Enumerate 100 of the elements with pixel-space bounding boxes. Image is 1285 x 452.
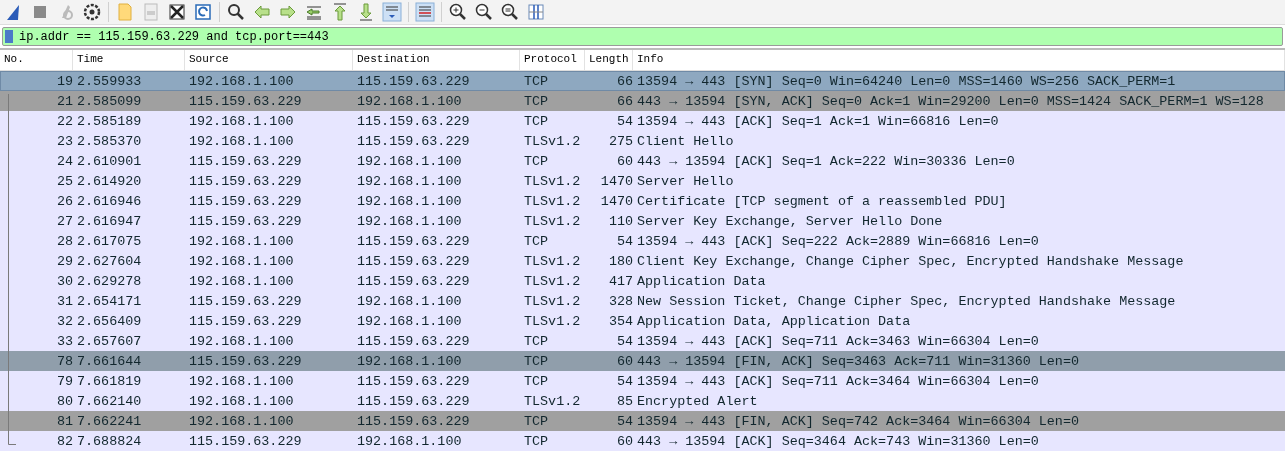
display-filter-field[interactable]: ip.addr == 115.159.63.229 and tcp.port==443	[2, 27, 1283, 46]
table-cell-text: 115.159.63.229	[356, 333, 471, 349]
table-cell-text: TCP	[523, 433, 550, 449]
table-cell-text: 192.168.1.100	[356, 293, 463, 309]
table-cell-text: 115.159.63.229	[188, 173, 303, 189]
packet-row[interactable]: 78 7.661644 115.159.63.229 192.168.1.100 TCP 60 443 → 13594 [FIN, ACK] Seq=3463 Ack=711 Win=31360 Len=0	[0, 351, 1285, 371]
packet-row[interactable]: 33 2.657607 192.168.1.100 115.159.63.229 TCP 54 13594 → 443 [ACK] Seq=711 Ack=3463 Win=66304 Len=0	[0, 331, 1285, 351]
table-cell-text: 115.159.63.229	[188, 293, 303, 309]
packet-row[interactable]: 24 2.610901 115.159.63.229 192.168.1.100 TCP 60 443 → 13594 [ACK] Seq=1 Ack=222 Win=30336 Len=0	[0, 151, 1285, 171]
table-cell-text: 192.168.1.100	[356, 173, 463, 189]
table-cell-text: Encrypted Alert	[636, 393, 759, 409]
packet-row[interactable]: 26 2.616946 115.159.63.229 192.168.1.100 TLSv1.2 1470 Certificate [TCP segment of a reassembled PDU]	[0, 191, 1285, 211]
table-cell-text: 1470	[599, 193, 633, 209]
zoom-out-icon[interactable]	[474, 2, 494, 22]
column-header[interactable]: Info	[633, 50, 1285, 70]
table-cell-text: 2.629278	[76, 273, 143, 289]
table-cell: 29	[56, 253, 73, 269]
table-cell-text: 2.616947	[76, 213, 143, 229]
column-header[interactable]: Time	[73, 50, 185, 70]
table-cell-text: 60	[615, 153, 633, 169]
packet-row[interactable]: 79 7.661819 192.168.1.100 115.159.63.229 TCP 54 13594 → 443 [ACK] Seq=711 Ack=3464 Win=66304 Len=0	[0, 371, 1285, 391]
table-cell-text: 115.159.63.229	[188, 353, 303, 369]
resize-columns-icon[interactable]	[526, 2, 546, 22]
zoom-reset-icon[interactable]	[500, 2, 520, 22]
table-cell-text: Server Hello	[636, 173, 735, 189]
packet-row[interactable]: 23 2.585370 192.168.1.100 115.159.63.229 TLSv1.2 275 Client Hello	[0, 131, 1285, 151]
table-cell-text: 192.168.1.100	[356, 193, 463, 209]
table-cell-text: 443 → 13594 [ACK] Seq=3464 Ack=743 Win=31360 Len=0	[636, 433, 1040, 449]
table-cell-text: Application Data, Application Data	[636, 313, 912, 329]
column-header[interactable]: Destination	[353, 50, 520, 70]
table-cell-text: 354	[607, 313, 633, 329]
column-header[interactable]: Length	[585, 50, 633, 70]
table-cell-text: 66	[615, 73, 633, 89]
table-cell-text: 192.168.1.100	[188, 253, 295, 269]
table-cell-text: 115.159.63.229	[356, 393, 471, 409]
table-cell-text: TLSv1.2	[523, 293, 582, 309]
packet-row[interactable]: 81 7.662241 192.168.1.100 115.159.63.229 TCP 54 13594 → 443 [FIN, ACK] Seq=742 Ack=3464 Win=66304 Len=0	[0, 411, 1285, 431]
packet-row[interactable]: 29 2.627604 192.168.1.100 115.159.63.229 TLSv1.2 180 Client Key Exchange, Change Cipher Spec, Encrypted Handshake Message	[0, 251, 1285, 271]
close-icon[interactable]	[167, 2, 187, 22]
table-cell-text: TCP	[523, 333, 550, 349]
colorize-icon[interactable]	[415, 2, 435, 22]
packet-row[interactable]: 31 2.654171 115.159.63.229 192.168.1.100 TLSv1.2 328 New Session Ticket, Change Cipher Spec, Encrypted Handshake Message	[0, 291, 1285, 311]
table-cell-text: 13594 → 443 [FIN, ACK] Seq=742 Ack=3464 Win=66304 Len=0	[636, 413, 1080, 429]
table-cell-text: 7.661644	[76, 353, 143, 369]
packet-row[interactable]: 25 2.614920 115.159.63.229 192.168.1.100 TLSv1.2 1470 Server Hello	[0, 171, 1285, 191]
packet-row[interactable]: 28 2.617075 192.168.1.100 115.159.63.229 TCP 54 13594 → 443 [ACK] Seq=222 Ack=2889 Win=66816 Len=0	[0, 231, 1285, 251]
table-cell-text: 2.657607	[76, 333, 143, 349]
table-cell-text: TLSv1.2	[523, 313, 582, 329]
table-cell-text: 60	[615, 353, 633, 369]
column-header[interactable]: Protocol	[520, 50, 585, 70]
table-cell-text: 13594 → 443 [ACK] Seq=222 Ack=2889 Win=66816 Len=0	[636, 233, 1040, 249]
zoom-in-icon[interactable]	[448, 2, 468, 22]
table-cell-text: 115.159.63.229	[356, 233, 471, 249]
table-cell-text: 110	[607, 213, 633, 229]
table-cell-text: 2.559933	[76, 73, 143, 89]
packet-row[interactable]: 21 2.585099 115.159.63.229 192.168.1.100 TCP 66 443 → 13594 [SYN, ACK] Seq=0 Ack=1 Win=29200 Len=0 MSS=1424 SACK_PERM=1 WS=128	[0, 91, 1285, 111]
table-cell-text: 443 → 13594 [SYN, ACK] Seq=0 Ack=1 Win=29200 Len=0 MSS=1424 SACK_PERM=1 WS=128	[636, 93, 1265, 109]
table-cell-text: 192.168.1.100	[188, 133, 295, 149]
table-cell-text: 115.159.63.229	[188, 433, 303, 449]
table-cell: 26	[56, 193, 73, 209]
table-cell-text: 13594 → 443 [ACK] Seq=1 Ack=1 Win=66816 Len=0	[636, 113, 1000, 129]
table-cell-text: 192.168.1.100	[188, 413, 295, 429]
column-header[interactable]: Source	[185, 50, 353, 70]
autoscroll-icon[interactable]	[382, 2, 402, 22]
table-cell-text: 192.168.1.100	[188, 113, 295, 129]
table-cell: 33	[56, 333, 73, 349]
table-cell-text: 85	[615, 393, 633, 409]
table-cell-text: TCP	[523, 73, 550, 89]
packet-row[interactable]: 30 2.629278 192.168.1.100 115.159.63.229 TLSv1.2 417 Application Data	[0, 271, 1285, 291]
table-cell-text: 115.159.63.229	[188, 313, 303, 329]
table-cell-text: 115.159.63.229	[356, 373, 471, 389]
table-cell-text: TCP	[523, 93, 550, 109]
table-cell-text: 192.168.1.100	[356, 153, 463, 169]
packet-row[interactable]: 82 7.688824 115.159.63.229 192.168.1.100 TCP 60 443 → 13594 [ACK] Seq=3464 Ack=743 Win=31360 Len=0	[0, 431, 1285, 451]
table-cell: 31	[56, 293, 73, 309]
column-header[interactable]: No.	[0, 50, 73, 70]
table-cell-text: TCP	[523, 233, 550, 249]
search-icon[interactable]	[226, 2, 246, 22]
table-cell-text: 443 → 13594 [FIN, ACK] Seq=3463 Ack=711 Win=31360 Len=0	[636, 353, 1080, 369]
table-cell-text: Application Data	[636, 273, 767, 289]
packet-row[interactable]: 80 7.662140 192.168.1.100 115.159.63.229 TLSv1.2 85 Encrypted Alert	[0, 391, 1285, 411]
packet-row[interactable]: 32 2.656409 115.159.63.229 192.168.1.100 TLSv1.2 354 Application Data, Application Data	[0, 311, 1285, 331]
table-cell-text: 13594 → 443 [ACK] Seq=711 Ack=3464 Win=66304 Len=0	[636, 373, 1040, 389]
packet-row[interactable]: 27 2.616947 115.159.63.229 192.168.1.100 TLSv1.2 110 Server Key Exchange, Server Hello Done	[0, 211, 1285, 231]
table-cell-text: 417	[607, 273, 633, 289]
table-cell: 21	[56, 93, 73, 109]
reload-icon[interactable]	[193, 2, 213, 22]
table-cell-text: 7.662140	[76, 393, 143, 409]
table-cell: 81	[56, 413, 73, 429]
table-cell-text: Client Hello	[636, 133, 735, 149]
table-cell-text: 7.661819	[76, 373, 143, 389]
table-cell: 82	[56, 433, 73, 449]
table-cell-text: 2.617075	[76, 233, 143, 249]
packet-row[interactable]: 22 2.585189 192.168.1.100 115.159.63.229 TCP 54 13594 → 443 [ACK] Seq=1 Ack=1 Win=66816 Len=0	[0, 111, 1285, 131]
table-cell: 24	[56, 153, 73, 169]
table-cell-text: 66	[615, 93, 633, 109]
table-cell-text: 7.688824	[76, 433, 143, 449]
table-cell-text: TCP	[523, 353, 550, 369]
packet-row[interactable]: 19 2.559933 192.168.1.100 115.159.63.229 TCP 66 13594 → 443 [SYN] Seq=0 Win=64240 Len=0 MSS=1460 WS=256 SACK_PERM=1	[0, 71, 1285, 91]
table-cell: 79	[56, 373, 73, 389]
